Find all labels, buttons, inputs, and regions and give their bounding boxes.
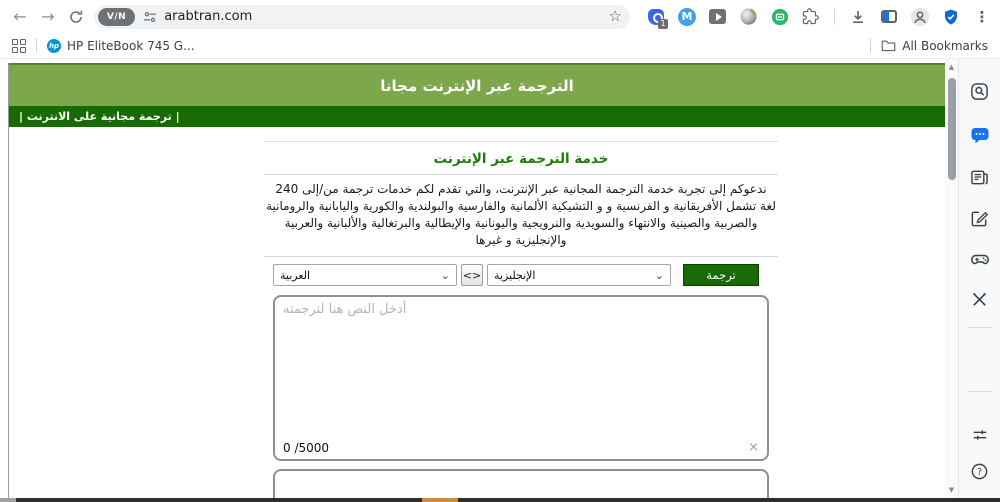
page-main: خدمة الترجمة عبر الإنترنت ندعوكم إلى تجر… (9, 127, 945, 498)
vpn-sphere-extension-icon[interactable] (737, 5, 761, 29)
help-button[interactable]: ? (968, 459, 992, 483)
profile-avatar[interactable] (908, 5, 932, 29)
browser-window: ← → V/N arabtran.com ☆ 1 M ⋮ hp HP Elite… (0, 0, 1000, 502)
tools-button[interactable] (968, 287, 992, 311)
vpn-badge[interactable]: V/N (97, 7, 136, 26)
taskbar-segment (0, 498, 16, 502)
sliders-icon (973, 430, 986, 440)
extension-badge: 1 (657, 18, 668, 29)
web-page: الترجمة عبر الإنترنت مجانا | ترجمة مجاني… (8, 63, 945, 498)
browser-menu-button[interactable]: ⋮ (970, 5, 994, 29)
divider (264, 174, 778, 175)
nav-free-translation-link[interactable]: | ترجمة مجانية على الانترنت | (19, 110, 180, 123)
url-text: arabtran.com (164, 9, 253, 24)
games-button[interactable] (968, 247, 992, 271)
bookmark-star-icon[interactable]: ☆ (609, 9, 622, 24)
news-button[interactable] (968, 165, 992, 189)
search-icon (971, 82, 988, 100)
source-text-box: 0 /5000 × (273, 295, 769, 461)
language-form-row: العربية ⌄ <> الإنجليزية ⌄ ترجمة (273, 264, 769, 286)
forward-button[interactable]: → (34, 3, 62, 31)
panel-settings-button[interactable] (968, 423, 992, 447)
browser-side-panel: ? (958, 59, 1000, 498)
section-title: خدمة الترجمة عبر الإنترنت (433, 151, 609, 167)
site-title: الترجمة عبر الإنترنت مجانا (380, 76, 574, 95)
help-icon: ? (971, 463, 988, 479)
folder-icon (881, 40, 896, 52)
intro-paragraph: ندعوكم إلى تجربة خدمة الترجمة المجانية ع… (266, 182, 776, 247)
compose-icon (971, 211, 989, 226)
address-bar[interactable]: V/N arabtran.com ☆ (93, 4, 630, 29)
green-extension-icon[interactable] (768, 5, 792, 29)
bookmark-hp[interactable]: hp HP EliteBook 745 G... (47, 38, 195, 53)
reload-button[interactable] (62, 3, 90, 31)
scroll-down-button[interactable]: ▼ (945, 484, 958, 496)
browser-toolbar: ← → V/N arabtran.com ☆ 1 M ⋮ (0, 0, 1000, 33)
bookmark-hp-label: HP EliteBook 745 G... (67, 38, 195, 53)
all-bookmarks-button[interactable]: All Bookmarks (881, 39, 988, 53)
char-counter: 0 /5000 (283, 440, 330, 455)
search-sidebar-button[interactable] (968, 79, 992, 103)
notes-compose-button[interactable] (968, 206, 992, 230)
bookmarks-separator (36, 38, 37, 53)
divider (264, 256, 778, 257)
source-language-select[interactable]: العربية ⌄ (273, 264, 457, 286)
hp-logo-icon: hp (47, 38, 61, 53)
input-footer: 0 /5000 × (283, 440, 759, 455)
apps-grid-icon[interactable] (12, 38, 26, 53)
security-shield-button[interactable] (939, 5, 963, 29)
taskbar-edge (0, 498, 1000, 502)
clear-text-button[interactable]: × (748, 440, 759, 455)
svg-text:?: ? (977, 466, 982, 477)
bookmarks-separator-right (870, 38, 872, 53)
content-column: خدمة الترجمة عبر الإنترنت ندعوكم إلى تجر… (264, 141, 778, 498)
swap-languages-button[interactable]: <> (461, 264, 483, 286)
source-language-value: العربية (280, 268, 311, 282)
site-settings-icon[interactable] (143, 10, 157, 24)
game-controller-icon (970, 254, 989, 265)
download-icon (852, 10, 863, 23)
side-panel-toggle[interactable] (877, 5, 901, 29)
shield-check-icon (944, 9, 957, 24)
mail-extension-icon[interactable]: M (675, 5, 699, 29)
crossed-tools-icon (972, 292, 987, 306)
scroll-up-button[interactable]: ▲ (945, 61, 958, 73)
panel-divider (968, 391, 992, 392)
target-language-value: الإنجليزية (494, 268, 536, 282)
chevron-down-icon: ⌄ (654, 268, 664, 282)
video-extension-icon[interactable] (706, 5, 730, 29)
extensions-zone: 1 M ⋮ (644, 5, 994, 29)
site-header: الترجمة عبر الإنترنت مجانا (9, 63, 945, 106)
chat-copilot-button[interactable] (968, 123, 992, 147)
chat-icon (971, 128, 988, 144)
split-panel-icon (880, 10, 897, 23)
all-bookmarks-label: All Bookmarks (902, 38, 988, 53)
site-navbar: | ترجمة مجانية على الانترنت | (9, 106, 945, 127)
downloads-button[interactable] (846, 5, 870, 29)
password-extension-icon[interactable]: 1 (644, 5, 668, 29)
source-text-input[interactable] (277, 299, 765, 433)
toolbar-separator (833, 8, 835, 25)
target-language-select[interactable]: الإنجليزية ⌄ (487, 264, 671, 286)
translate-button[interactable]: ترجمة (683, 264, 759, 286)
taskbar-highlight-segment (422, 498, 458, 502)
chevron-down-icon: ⌄ (440, 268, 450, 282)
back-button[interactable]: ← (6, 3, 34, 31)
news-icon (971, 170, 988, 184)
panel-divider (968, 327, 992, 328)
scrollbar-thumb[interactable] (947, 78, 956, 180)
bookmarks-bar: hp HP EliteBook 745 G... All Bookmarks (0, 33, 1000, 59)
page-scrollbar[interactable]: ▲ ▼ (945, 59, 958, 498)
extensions-puzzle-icon[interactable] (799, 5, 823, 29)
avatar-icon (910, 7, 930, 26)
reload-icon (70, 10, 83, 23)
translation-output-box[interactable] (273, 469, 769, 498)
